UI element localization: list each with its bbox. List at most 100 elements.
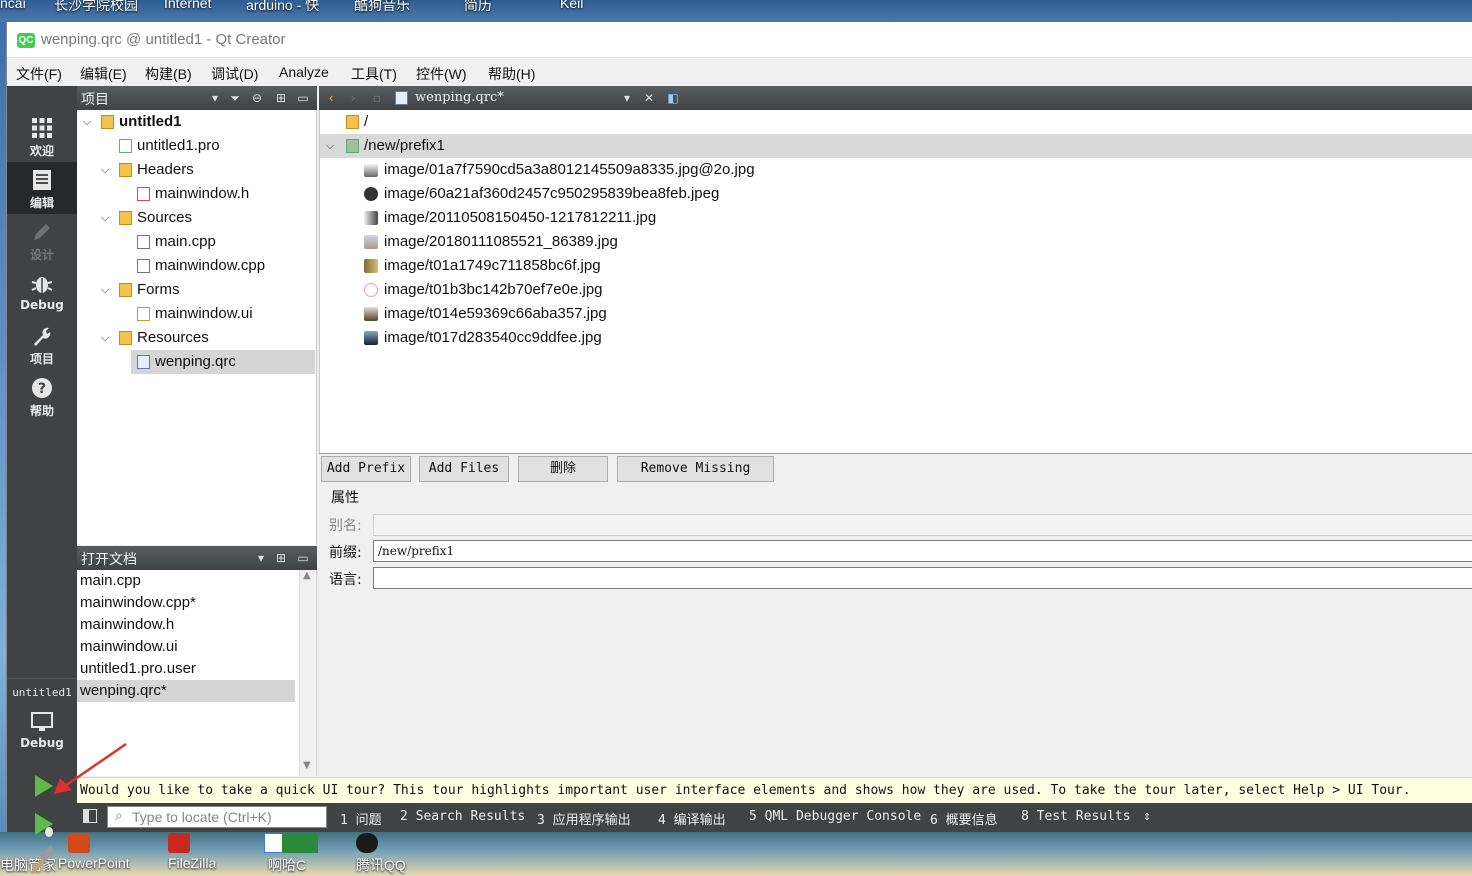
alias-field[interactable] — [373, 514, 1472, 536]
output-tab-search-results[interactable]: 2 Search Results — [400, 809, 525, 824]
output-tab-compile-output[interactable]: 4 编译输出 — [658, 809, 726, 828]
chevron-down-icon[interactable]: ▾ — [253, 550, 269, 566]
build-hammer-icon[interactable] — [27, 846, 59, 874]
open-document-item[interactable]: main.cpp — [77, 570, 295, 592]
chevron-down-icon[interactable]: ⌵ — [81, 110, 93, 134]
chevron-down-icon[interactable]: ⌵ — [324, 134, 336, 158]
forward-arrow-icon[interactable]: › — [345, 90, 361, 106]
mode-help[interactable]: ? 帮助 — [7, 370, 77, 422]
chevron-down-icon[interactable]: ⌵ — [99, 158, 111, 182]
add-files-button[interactable]: Add Files — [419, 456, 509, 482]
chevron-down-icon[interactable]: ⌵ — [99, 326, 111, 350]
close-pane-icon[interactable]: ▭ — [295, 550, 311, 566]
resource-file[interactable]: image/60a21af360d2457c950295839bea8feb.j… — [320, 182, 1472, 206]
chevron-down-icon[interactable]: ⌵ — [99, 206, 111, 230]
menu-help[interactable]: 帮助(H) — [488, 64, 535, 84]
split-icon[interactable]: ⊞ — [273, 90, 289, 106]
locator-search-input[interactable]: Type to locate (Ctrl+K) — [107, 806, 327, 828]
tree-item-resources[interactable]: ⌵ Resources — [77, 326, 315, 350]
tree-item-headers[interactable]: ⌵ Headers — [77, 158, 315, 182]
desktop-icon-label[interactable]: 酷狗音乐 — [354, 0, 410, 15]
resource-prefix[interactable]: ⌵ /new/prefix1 — [320, 134, 1472, 158]
delete-button[interactable]: 删除 — [518, 456, 608, 482]
menu-edit[interactable]: 编辑(E) — [80, 64, 127, 84]
chevron-down-icon[interactable]: ▾ — [619, 90, 635, 106]
mode-welcome[interactable]: 欢迎 — [7, 110, 77, 162]
output-tab-qml-console[interactable]: 5 QML Debugger Console — [749, 809, 921, 824]
debug-run-icon[interactable] — [27, 808, 59, 840]
tree-item-pro-file[interactable]: untitled1.pro — [77, 134, 315, 158]
scroll-up-icon[interactable]: ▲ — [303, 570, 311, 581]
menu-debug[interactable]: 调试(D) — [211, 64, 258, 84]
desktop-icon-label[interactable]: FileZilla — [168, 855, 216, 871]
open-document-item[interactable]: wenping.qrc* — [77, 680, 295, 702]
desktop-icon-label[interactable]: arduino - 快 — [246, 0, 319, 15]
current-file-name[interactable]: wenping.qrc* — [415, 90, 504, 105]
toggle-sidebar-icon[interactable] — [83, 809, 97, 823]
open-document-item[interactable]: mainwindow.h — [77, 614, 295, 636]
resource-file[interactable]: image/t014e59369c66aba357.jpg — [320, 302, 1472, 326]
green-app-icon[interactable] — [282, 833, 318, 853]
desktop-icon-label[interactable]: 腾讯QQ — [356, 855, 406, 875]
output-tab-general-messages[interactable]: 6 概要信息 — [930, 809, 998, 828]
open-document-item[interactable]: untitled1.pro.user — [77, 658, 295, 680]
close-icon[interactable]: ✕ — [641, 90, 657, 106]
tree-item-main-cpp[interactable]: main.cpp — [77, 230, 315, 254]
resource-file[interactable]: image/t01a1749c711858bc6f.jpg — [320, 254, 1472, 278]
resource-file[interactable]: image/t01b3bc142b70ef7e0e.jpg — [320, 278, 1472, 302]
menu-build[interactable]: 构建(B) — [145, 64, 192, 84]
add-prefix-button[interactable]: Add Prefix — [321, 456, 411, 482]
chevron-down-icon[interactable]: ▾ — [207, 90, 223, 106]
remove-missing-files-button[interactable]: Remove Missing Files — [617, 456, 774, 500]
vertical-scrollbar[interactable]: ▲ ▼ — [299, 570, 315, 776]
tree-item-mainwindow-cpp[interactable]: mainwindow.cpp — [77, 254, 315, 278]
resource-file[interactable]: image/20110508150450-1217812211.jpg — [320, 206, 1472, 230]
output-tab-test-results[interactable]: 8 Test Results — [1021, 809, 1131, 824]
link-icon[interactable]: ⊖ — [249, 90, 265, 106]
mode-design[interactable]: 设计 — [7, 214, 77, 266]
filezilla-shortcut-icon[interactable] — [168, 833, 190, 853]
chevron-down-icon[interactable]: ⌵ — [99, 278, 111, 302]
desktop-icon-label[interactable]: Internet — [164, 0, 211, 11]
menu-file[interactable]: 文件(F) — [16, 64, 62, 84]
desktop-icon-label[interactable]: PowerPoint — [58, 855, 130, 871]
powerpoint-shortcut-icon[interactable] — [68, 833, 90, 853]
output-tab-app-output[interactable]: 3 应用程序输出 — [537, 809, 631, 828]
desktop-icon-label[interactable]: ncai — [0, 0, 26, 11]
prefix-field[interactable]: /new/prefix1 — [373, 540, 1472, 562]
chevron-updown-icon[interactable]: ⇕ — [1143, 809, 1151, 824]
menu-analyze[interactable]: Analyze — [279, 64, 329, 80]
tree-item-sources[interactable]: ⌵ Sources — [77, 206, 315, 230]
tree-item-project[interactable]: ⌵ untitled1 — [77, 110, 315, 134]
desktop-icon-label[interactable]: 啊哈C — [268, 855, 306, 875]
split-icon[interactable]: ⊞ — [273, 550, 289, 566]
menu-tools[interactable]: 工具(T) — [351, 64, 397, 84]
desktop-icon-label[interactable]: Keil — [560, 0, 583, 11]
qq-shortcut-icon[interactable] — [356, 833, 378, 853]
menu-controls[interactable]: 控件(W) — [416, 64, 467, 84]
tree-item-wenping-qrc[interactable]: wenping.qrc — [131, 350, 315, 374]
tree-item-forms[interactable]: ⌵ Forms — [77, 278, 315, 302]
title-bar[interactable]: QC wenping.qrc @ untitled1 - Qt Creator — [7, 22, 1472, 58]
resource-file[interactable]: image/01a7f7590cd5a3a8012145509a8335.jpg… — [320, 158, 1472, 182]
desktop-icon-label[interactable]: 长沙学院校园 — [54, 0, 138, 15]
back-arrow-icon[interactable]: ‹ — [323, 90, 339, 106]
tree-item-mainwindow-h[interactable]: mainwindow.h — [77, 182, 315, 206]
desktop-icon-label[interactable]: 简历 — [464, 0, 492, 15]
resource-root[interactable]: / — [320, 110, 1472, 134]
split-editor-icon[interactable]: ◧ — [665, 90, 681, 106]
scroll-down-icon[interactable]: ▼ — [303, 760, 311, 771]
language-field[interactable] — [373, 567, 1472, 589]
resource-file[interactable]: image/20180111085521_86389.jpg — [320, 230, 1472, 254]
output-tab-issues[interactable]: 1 问题 — [340, 809, 382, 828]
mode-edit[interactable]: 编辑 — [7, 162, 77, 214]
ui-tour-infobar[interactable]: Would you like to take a quick UI tour? … — [77, 777, 1472, 803]
open-document-item[interactable]: mainwindow.cpp* — [77, 592, 295, 614]
filter-icon[interactable]: ⏷ — [227, 90, 243, 106]
mode-projects[interactable]: 项目 — [7, 318, 77, 370]
tree-item-mainwindow-ui[interactable]: mainwindow.ui — [77, 302, 315, 326]
mode-debug[interactable]: Debug — [7, 266, 77, 318]
open-document-item[interactable]: mainwindow.ui — [77, 636, 295, 658]
close-pane-icon[interactable]: ▭ — [295, 90, 311, 106]
resource-file[interactable]: image/t017d283540cc9ddfee.jpg — [320, 326, 1472, 350]
